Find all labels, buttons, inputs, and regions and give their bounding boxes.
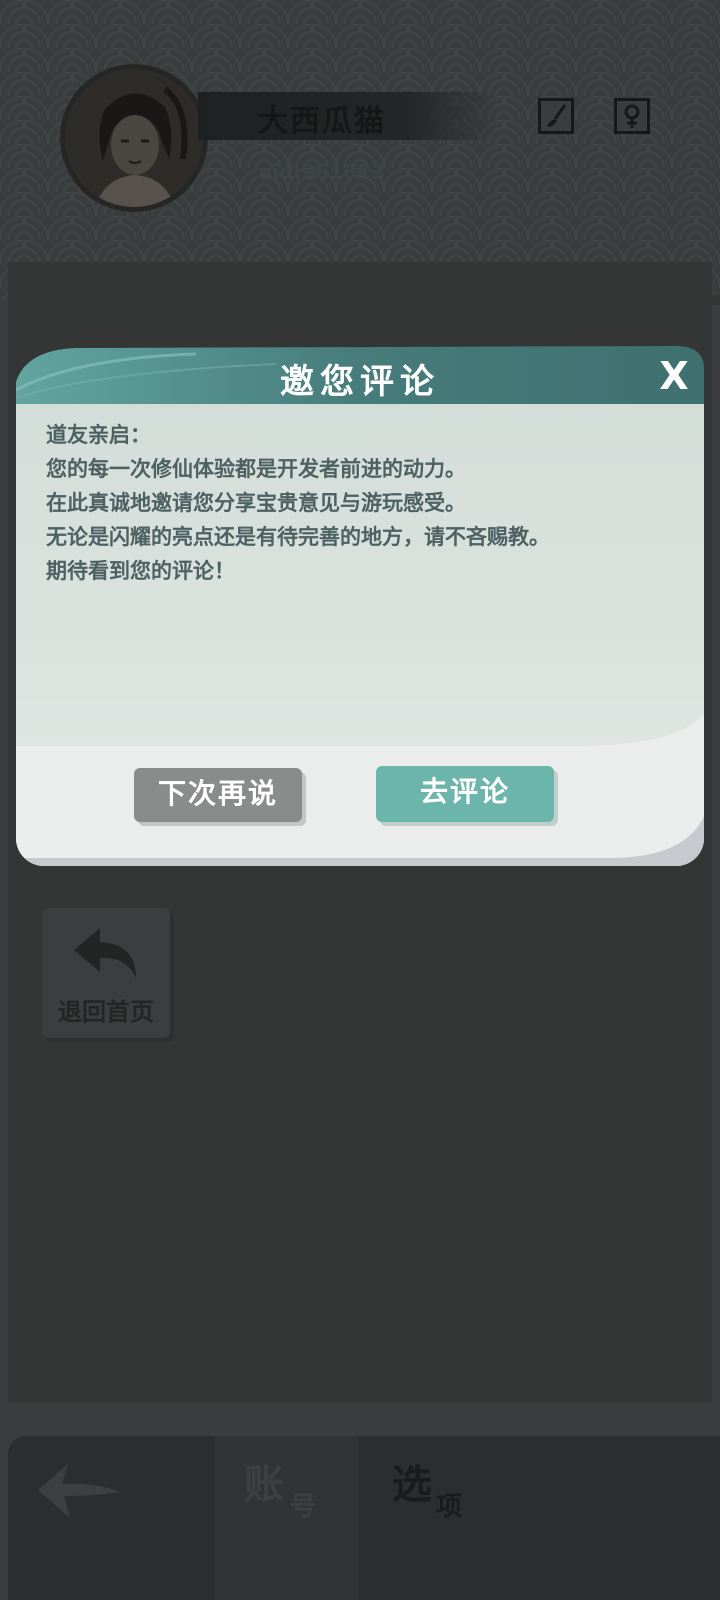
dialog-message: 道友亲启： 您的每一次修仙体验都是开发者前进的动力。 在此真诚地邀请您分享宝贵意… [46,418,686,588]
tab-account[interactable]: 账 号 [214,1436,358,1600]
tab-account-label-main: 账 [244,1462,284,1508]
review-invite-dialog: 道友亲启： 您的每一次修仙体验都是开发者前进的动力。 在此真诚地邀请您分享宝贵意… [16,346,704,866]
panel-wave-edge [8,263,720,305]
message-line: 道友亲启： [46,423,151,447]
username: 大西瓜猫 [258,104,386,139]
user-id: uid:961613 [258,160,385,184]
back-home-button[interactable]: 退回首页 [42,908,170,1038]
close-button[interactable]: X [654,356,694,396]
message-line: 在此真诚地邀请您分享宝贵意见与游玩感受。 [46,491,466,515]
back-home-label: 退回首页 [58,998,154,1026]
avatar[interactable] [60,64,208,212]
brush-icon[interactable] [538,98,574,134]
tab-options-label-main: 选 [392,1462,432,1508]
go-review-label: 去评论 [419,775,510,808]
return-arrow-icon [74,928,136,978]
character-portrait-icon [65,69,203,207]
female-symbol-icon[interactable] [614,98,650,134]
tab-account-label-sub: 号 [290,1492,317,1522]
message-line: 无论是闪耀的亮点还是有待完善的地方，请不吝赐教。 [46,525,550,549]
later-button[interactable]: 下次再说 [134,768,302,822]
tab-options[interactable]: 选 项 [392,1452,492,1562]
message-line: 期待看到您的评论！ [46,559,235,583]
left-arrow-icon[interactable] [34,1456,124,1522]
dialog-title: 邀您评论 [280,362,440,402]
message-line: 您的每一次修仙体验都是开发者前进的动力。 [46,457,466,481]
tab-options-label-sub: 项 [436,1492,463,1522]
go-review-button[interactable]: 去评论 [376,766,554,822]
dialog-body: 道友亲启： 您的每一次修仙体验都是开发者前进的动力。 在此真诚地邀请您分享宝贵意… [16,396,704,866]
